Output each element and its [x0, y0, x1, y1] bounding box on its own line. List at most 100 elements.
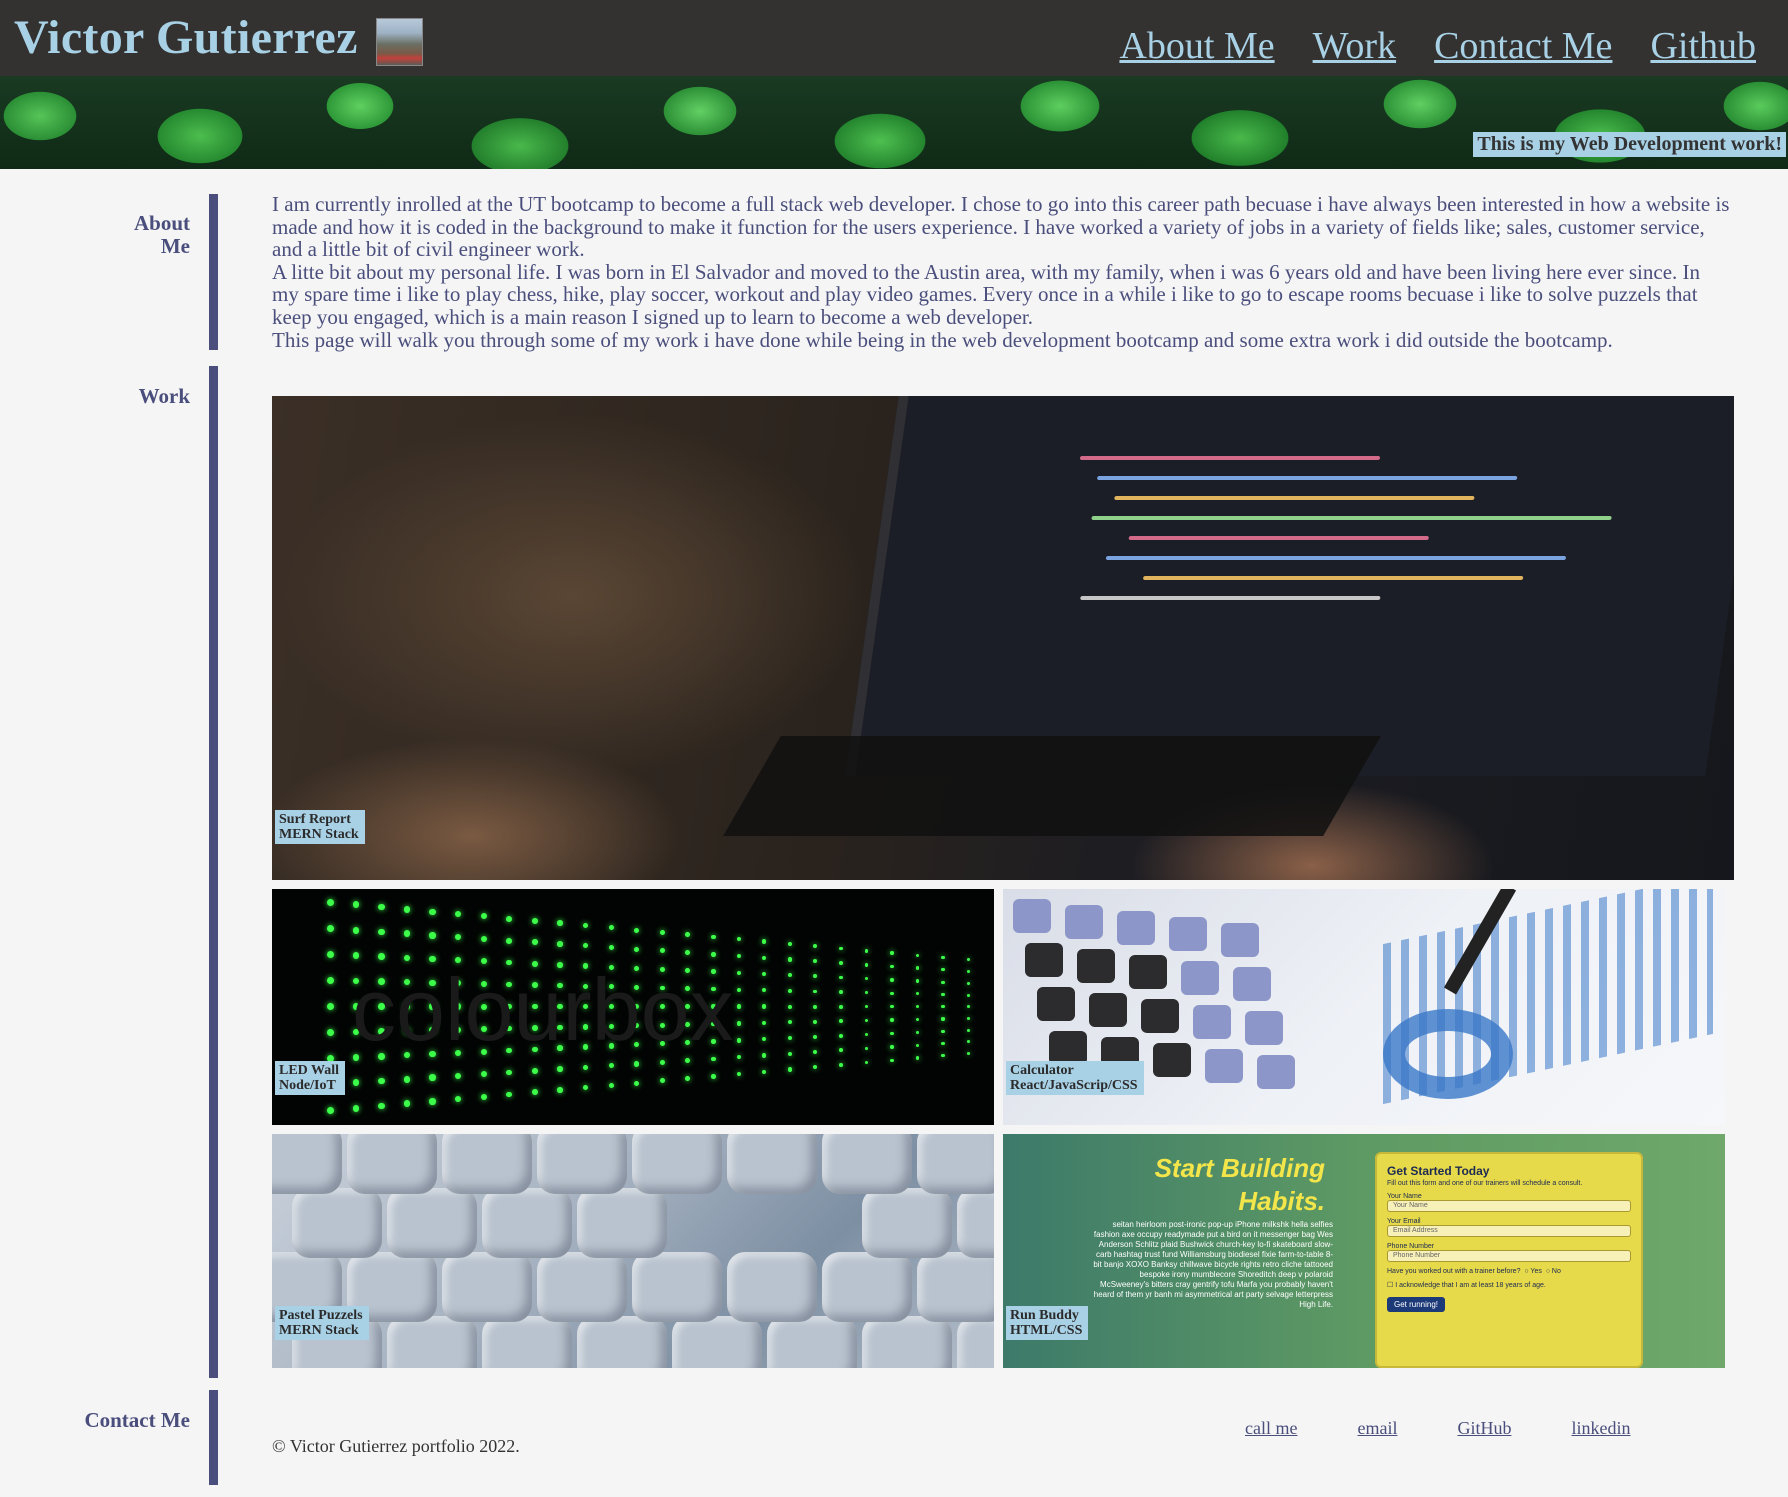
led-dot — [864, 962, 869, 967]
led-dot — [967, 1028, 970, 1032]
top-header: Victor Gutierrez About Me Work Contact M… — [0, 0, 1788, 76]
led-dot — [685, 950, 691, 955]
radio-icon: ○ — [1545, 1268, 1550, 1275]
led-dot — [890, 991, 894, 995]
led-dot — [608, 1082, 614, 1089]
donut-chart-graphic — [1383, 1009, 1513, 1099]
email-link[interactable]: email — [1357, 1418, 1397, 1439]
led-dot — [890, 1031, 894, 1036]
led-dot — [890, 1018, 894, 1022]
calculator-key — [1141, 999, 1179, 1033]
led-dot — [864, 948, 869, 953]
led-dot — [583, 922, 589, 929]
project-card-led-wall[interactable]: colourbox LED Wall Node/IoT — [272, 889, 994, 1125]
led-dot — [455, 910, 462, 918]
led-dot — [839, 1063, 843, 1067]
led-dot — [839, 1048, 843, 1053]
project-card-pastel-puzzels[interactable]: Pastel Puzzels MERN Stack — [272, 1134, 994, 1368]
site-title: Victor Gutierrez — [14, 11, 358, 64]
calculator-key — [1153, 1043, 1191, 1077]
led-dot — [787, 941, 792, 946]
calculator-key — [1065, 905, 1103, 939]
led-dot — [736, 1038, 742, 1043]
led-dot — [941, 1017, 945, 1021]
led-dot — [864, 1046, 869, 1051]
led-dot — [480, 935, 487, 942]
phone-field: Phone Number — [1387, 1250, 1631, 1262]
led-dot — [839, 975, 843, 980]
project-label: LED Wall Node/IoT — [275, 1061, 346, 1095]
led-dot — [967, 1052, 970, 1055]
led-dot — [890, 1045, 894, 1049]
led-dot — [403, 1076, 411, 1083]
calculator-key — [1181, 961, 1219, 995]
led-dot — [608, 944, 614, 951]
calculator-key — [1013, 899, 1051, 933]
led-dot — [941, 968, 945, 972]
led-dot — [327, 977, 334, 984]
led-dot — [403, 930, 411, 937]
led-dot — [685, 1076, 691, 1081]
calculator-key — [1205, 1049, 1243, 1083]
puzzle-piece — [537, 1252, 627, 1322]
led-dot — [634, 1061, 640, 1067]
form-subtitle: Fill out this form and one of our traine… — [1387, 1180, 1583, 1187]
keyboard-graphic — [723, 736, 1381, 836]
puzzle-piece — [632, 1252, 722, 1322]
led-dot — [967, 1016, 970, 1020]
no-option: No — [1551, 1268, 1561, 1275]
calculator-key — [1049, 1031, 1087, 1065]
led-dot — [736, 1071, 742, 1077]
nav-work[interactable]: Work — [1313, 24, 1396, 68]
about-paragraph: A litte bit about my personal life. I wa… — [272, 259, 1701, 329]
led-dot — [941, 1054, 945, 1058]
linkedin-link[interactable]: linkedin — [1571, 1418, 1630, 1439]
led-dot — [941, 1029, 945, 1033]
led-dot — [531, 939, 538, 946]
about-heading-line1: About — [133, 211, 190, 235]
nav-about-me[interactable]: About Me — [1119, 24, 1274, 68]
led-dot — [839, 946, 843, 951]
led-dot — [557, 941, 563, 947]
led-dot — [813, 1065, 818, 1070]
led-dot — [736, 953, 742, 959]
calculator-key — [1221, 923, 1259, 957]
led-dot — [890, 964, 894, 969]
led-dot — [608, 1063, 614, 1069]
led-dot — [941, 1041, 945, 1046]
led-dot — [787, 988, 792, 993]
project-card-run-buddy[interactable]: Start Building Habits. seitan heirloom p… — [1003, 1134, 1725, 1368]
led-dot — [813, 989, 818, 994]
puzzle-piece — [822, 1252, 912, 1322]
led-dot — [762, 1020, 767, 1026]
led-dot — [915, 953, 920, 957]
calculator-key — [1245, 1011, 1283, 1045]
project-label: Pastel Puzzels MERN Stack — [275, 1306, 369, 1340]
nav-github[interactable]: Github — [1650, 24, 1756, 68]
led-dot — [711, 1074, 716, 1079]
radio-icon: ○ — [1524, 1268, 1529, 1275]
puzzle-piece — [577, 1188, 667, 1258]
led-dot — [890, 978, 894, 982]
project-card-surf-report[interactable]: Surf Report MERN Stack — [272, 396, 1734, 880]
led-dot — [787, 957, 792, 962]
led-dot — [762, 1004, 767, 1009]
hero-caption: This is my Web Development work! — [1473, 132, 1786, 157]
project-card-calculator[interactable]: Calculator React/JavaScrip/CSS — [1003, 889, 1725, 1125]
led-dot — [787, 1067, 792, 1072]
led-dot — [864, 1018, 869, 1023]
led-dot — [762, 1053, 767, 1058]
about-paragraph: I am currently inrolled at the UT bootca… — [272, 192, 1730, 262]
puzzle-piece — [822, 1134, 912, 1194]
led-dot — [531, 918, 538, 924]
nav-contact-me[interactable]: Contact Me — [1434, 24, 1612, 68]
led-dot — [455, 1096, 462, 1103]
led-dot — [352, 1079, 360, 1087]
github-link[interactable]: GitHub — [1457, 1418, 1511, 1439]
led-dot — [762, 1069, 767, 1074]
calculator-key — [1169, 917, 1207, 951]
led-dot — [403, 1100, 411, 1107]
form-title: Get Started Today — [1387, 1164, 1490, 1178]
led-dot — [787, 1020, 792, 1025]
call-me-link[interactable]: call me — [1245, 1418, 1297, 1439]
